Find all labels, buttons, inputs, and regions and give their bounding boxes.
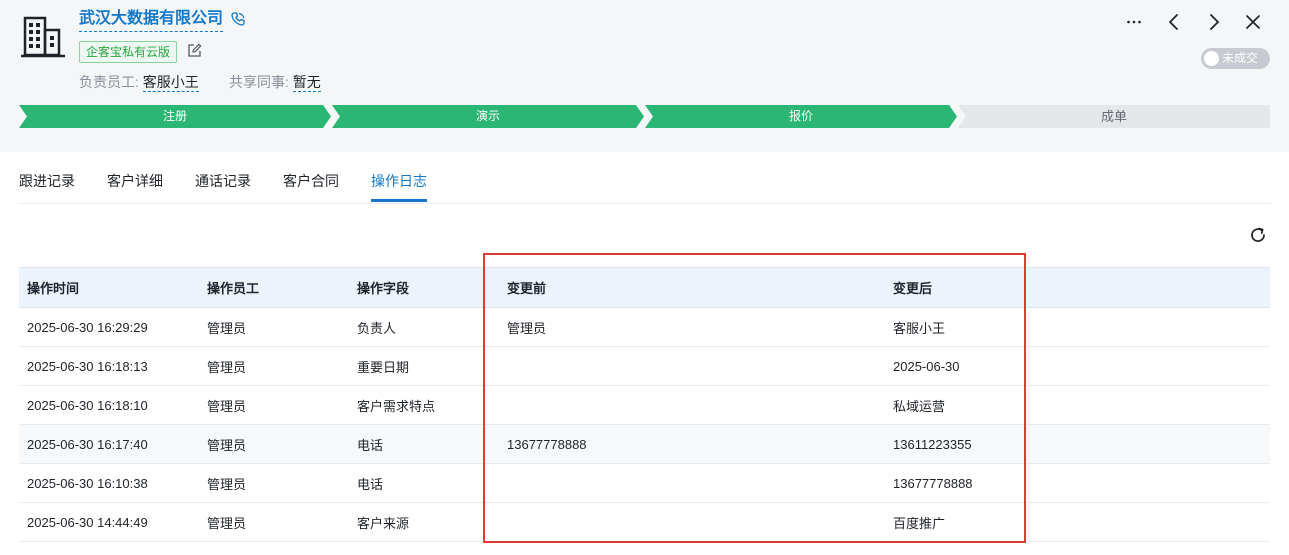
stage-deal[interactable]: 成单 [958, 105, 1270, 128]
cell-after: 私域运营 [885, 385, 1270, 425]
cell-after: 2025-06-30 [885, 346, 1270, 386]
cell-operator: 管理员 [199, 463, 349, 503]
col-header-after: 变更后 [885, 267, 1270, 308]
cell-time: 2025-06-30 16:29:29 [19, 307, 199, 347]
stage-quote[interactable]: 报价 [645, 105, 957, 128]
share-field: 共享同事: 暂无 [229, 72, 321, 92]
refresh-icon[interactable] [1248, 225, 1268, 245]
toggle-knob [1204, 51, 1219, 66]
cell-operator: 管理员 [199, 307, 349, 347]
cell-operator: 管理员 [199, 346, 349, 386]
cell-field: 负责人 [349, 307, 499, 347]
stage-register[interactable]: 注册 [19, 105, 331, 128]
operation-log-table: 操作时间 操作员工 操作字段 变更前 变更后 2025-06-30 16:29:… [19, 267, 1270, 542]
stage-label: 成单 [1100, 109, 1127, 124]
cell-operator: 管理员 [199, 502, 349, 542]
deal-status-toggle[interactable]: 未成交 [1201, 48, 1270, 69]
prev-icon[interactable] [1164, 12, 1184, 32]
more-icon[interactable] [1124, 12, 1144, 32]
edition-badge: 企客宝私有云版 [79, 41, 178, 63]
table-row: 2025-06-30 16:18:10 管理员 客户需求特点 私域运营 [19, 385, 1270, 425]
toggle-label: 未成交 [1222, 51, 1259, 65]
edit-icon[interactable] [187, 43, 202, 58]
building-icon [21, 16, 65, 58]
col-header-time: 操作时间 [19, 267, 199, 308]
cell-before [499, 346, 885, 386]
table-header-row: 操作时间 操作员工 操作字段 变更前 变更后 [19, 267, 1270, 308]
cell-before [499, 502, 885, 542]
owner-value[interactable]: 客服小王 [142, 74, 199, 92]
active-tab-indicator [371, 199, 427, 202]
share-value[interactable]: 暂无 [292, 74, 321, 92]
cell-before [499, 385, 885, 425]
cell-time: 2025-06-30 16:18:10 [19, 385, 199, 425]
cell-after: 百度推广 [885, 502, 1270, 542]
cell-time: 2025-06-30 16:18:13 [19, 346, 199, 386]
cell-after: 13677778888 [885, 463, 1270, 503]
cell-field: 电话 [349, 463, 499, 503]
tab-operation-log[interactable]: 操作日志 [371, 171, 427, 191]
cell-time: 2025-06-30 16:17:40 [19, 424, 199, 464]
next-icon[interactable] [1204, 12, 1224, 32]
owner-field: 负责员工: 客服小王 [79, 72, 199, 92]
close-icon[interactable] [1243, 12, 1263, 32]
col-header-field: 操作字段 [349, 267, 499, 308]
cell-field: 重要日期 [349, 346, 499, 386]
col-header-operator: 操作员工 [199, 267, 349, 308]
tab-call-records[interactable]: 通话记录 [195, 171, 251, 191]
cell-time: 2025-06-30 16:10:38 [19, 463, 199, 503]
phone-icon[interactable] [230, 11, 246, 27]
cell-before: 13677778888 [499, 424, 885, 464]
stage-demo[interactable]: 演示 [332, 105, 644, 128]
cell-field: 客户来源 [349, 502, 499, 542]
table-row: 2025-06-30 14:44:49 管理员 客户来源 百度推广 [19, 502, 1270, 542]
table-row: 2025-06-30 16:18:13 管理员 重要日期 2025-06-30 [19, 346, 1270, 386]
cell-after: 客服小王 [885, 307, 1270, 347]
table-row: 2025-06-30 16:17:40 管理员 电话 13677778888 1… [19, 424, 1270, 464]
detail-tabs: 跟进记录 客户详细 通话记录 客户合同 操作日志 [19, 160, 1271, 204]
table-row: 2025-06-30 16:10:38 管理员 电话 13677778888 [19, 463, 1270, 503]
stage-label: 注册 [162, 109, 187, 123]
tab-contracts[interactable]: 客户合同 [283, 171, 339, 191]
cell-field: 电话 [349, 424, 499, 464]
stage-label: 报价 [788, 109, 813, 123]
owner-label: 负责员工: [79, 74, 139, 90]
cell-before: 管理员 [499, 307, 885, 347]
share-label: 共享同事: [229, 74, 289, 90]
customer-header: 武汉大数据有限公司 企客宝私有云版 负责员工: 客服小王 共享同事: 暂无 未成… [0, 0, 1289, 152]
company-name[interactable]: 武汉大数据有限公司 [79, 9, 224, 32]
cell-operator: 管理员 [199, 424, 349, 464]
cell-time: 2025-06-30 14:44:49 [19, 502, 199, 542]
tab-customer-detail[interactable]: 客户详细 [107, 171, 163, 191]
cell-after: 13611223355 [885, 424, 1270, 464]
table-row: 2025-06-30 16:29:29 管理员 负责人 管理员 客服小王 [19, 307, 1270, 347]
tab-follow-up[interactable]: 跟进记录 [19, 171, 75, 191]
col-header-before: 变更前 [499, 267, 885, 308]
cell-operator: 管理员 [199, 385, 349, 425]
stage-label: 演示 [475, 109, 500, 123]
cell-before [499, 463, 885, 503]
cell-field: 客户需求特点 [349, 385, 499, 425]
